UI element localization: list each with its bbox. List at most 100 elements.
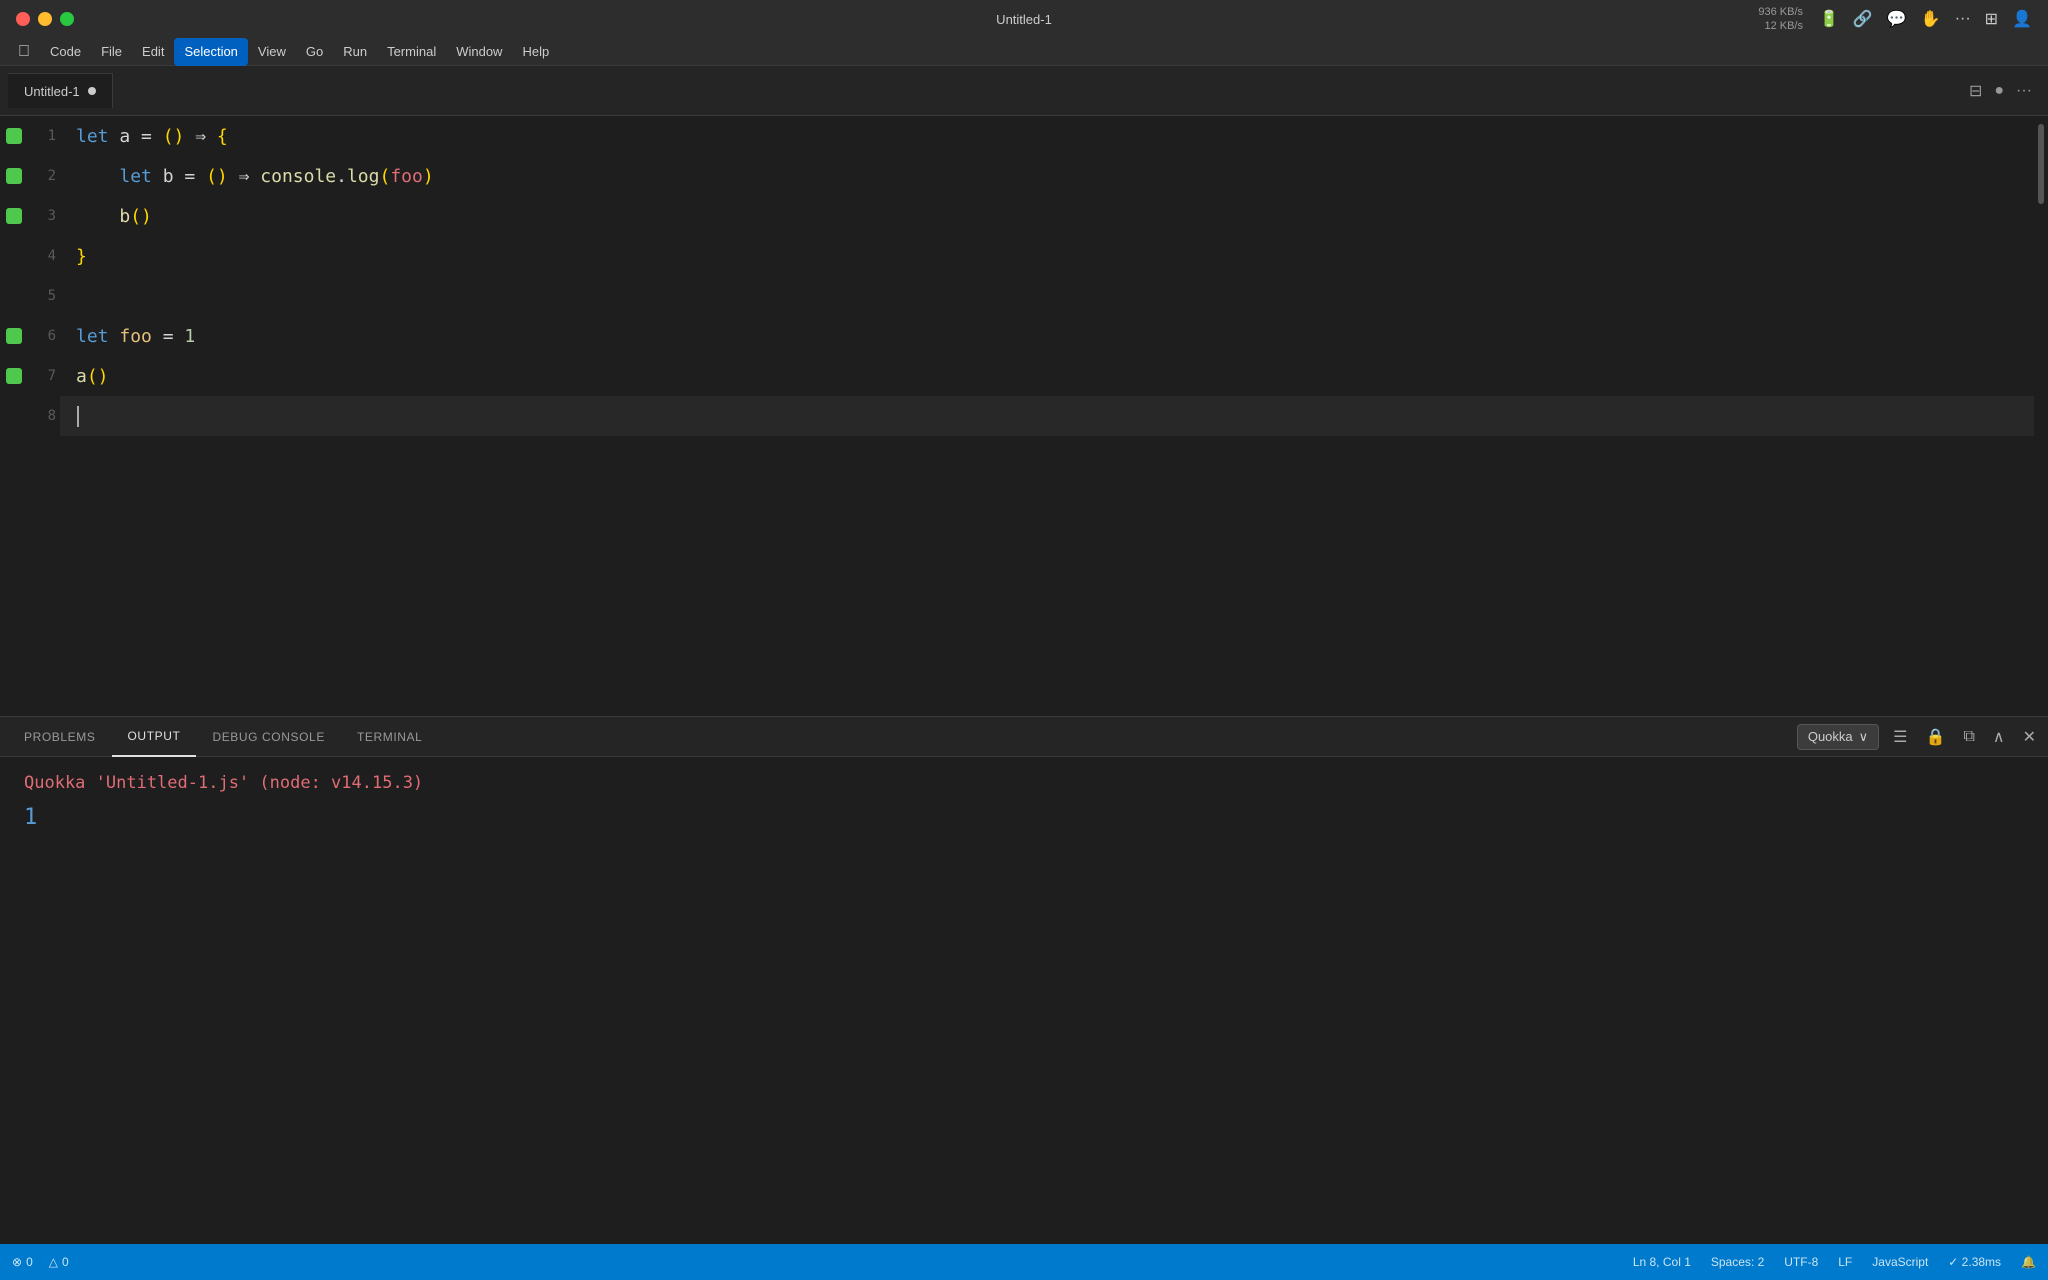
split-editor-icon[interactable]: ⊟ (1969, 81, 1982, 101)
status-right: Ln 8, Col 1 Spaces: 2 UTF-8 LF JavaScrip… (1633, 1255, 2036, 1269)
gutter-row-2: 2 (0, 156, 60, 196)
line-number-2: 2 (28, 168, 56, 184)
line-number-6: 6 (28, 328, 56, 344)
eol[interactable]: LF (1838, 1255, 1852, 1269)
tab-untitled-1[interactable]: Untitled-1 (8, 73, 113, 108)
gutter-row-5: 5 (0, 276, 60, 316)
code-line-3: b () (60, 196, 2034, 236)
window-controls (16, 12, 74, 26)
tab-problems[interactable]: PROBLEMS (8, 717, 112, 757)
editor-area: 1 2 3 4 5 6 7 8 (0, 116, 2048, 716)
wifi-icon: 🔗 (1853, 9, 1873, 29)
tab-unsaved-indicator (88, 87, 96, 95)
breakpoint-4[interactable] (6, 248, 22, 264)
hand-icon: ✋ (1921, 9, 1941, 29)
tab-actions: ⊟ ● ··· (1969, 81, 2040, 101)
output-source-dropdown[interactable]: Quokka ∨ (1797, 724, 1879, 750)
indentation[interactable]: Spaces: 2 (1711, 1255, 1764, 1269)
menu-go[interactable]: Go (296, 38, 333, 66)
apple-menu[interactable]:  (8, 38, 40, 66)
cursor-position[interactable]: Ln 8, Col 1 (1633, 1255, 1691, 1269)
language-mode[interactable]: JavaScript (1872, 1255, 1928, 1269)
code-line-2: let b = () ⇒ console . log ( foo ) (60, 156, 2034, 196)
scrollbar-thumb[interactable] (2038, 124, 2044, 204)
minimize-button[interactable] (38, 12, 52, 26)
close-button[interactable] (16, 12, 30, 26)
encoding[interactable]: UTF-8 (1784, 1255, 1818, 1269)
line-number-1: 1 (28, 128, 56, 144)
line-number-7: 7 (28, 368, 56, 384)
status-bar: ⊗ 0 △ 0 Ln 8, Col 1 Spaces: 2 UTF-8 LF J… (0, 1244, 2048, 1280)
output-panel: PROBLEMS OUTPUT DEBUG CONSOLE TERMINAL Q… (0, 716, 2048, 1244)
breakpoint-1[interactable] (6, 128, 22, 144)
gutter-row-1: 1 (0, 116, 60, 156)
panel-actions: Quokka ∨ ☰ 🔒 ⧉ ∧ ✕ (1797, 723, 2040, 751)
collapse-panel-icon[interactable]: ∧ (1989, 723, 2009, 751)
title-bar: Untitled-1 936 KB/s12 KB/s 🔋 🔗 💬 ✋ ··· ⊞… (0, 0, 2048, 38)
menu-file[interactable]: File (91, 38, 132, 66)
tab-label: Untitled-1 (24, 84, 80, 99)
maximize-button[interactable] (60, 12, 74, 26)
breakpoint-6[interactable] (6, 328, 22, 344)
tab-bar: Untitled-1 ⊟ ● ··· (0, 66, 2048, 116)
breakpoint-7[interactable] (6, 368, 22, 384)
control-center-icon[interactable]: ⊞ (1985, 9, 1998, 29)
gutter-row-7: 7 (0, 356, 60, 396)
warning-icon: △ (49, 1255, 58, 1269)
notifications-icon[interactable]: 🔔 (2021, 1255, 2036, 1269)
breakpoint-8[interactable] (6, 408, 22, 424)
quokka-timing[interactable]: ✓ 2.38ms (1948, 1255, 2001, 1269)
line-number-8: 8 (28, 408, 56, 424)
panel-tabs-list: PROBLEMS OUTPUT DEBUG CONSOLE TERMINAL (8, 717, 438, 757)
output-line-1: Quokka 'Untitled-1.js' (node: v14.15.3) (24, 773, 2024, 793)
menu-selection[interactable]: Selection (174, 38, 247, 66)
menu-help[interactable]: Help (512, 38, 559, 66)
network-stats: 936 KB/s12 KB/s (1758, 5, 1803, 34)
panel-tab-bar: PROBLEMS OUTPUT DEBUG CONSOLE TERMINAL Q… (0, 717, 2048, 757)
code-line-6: let foo = 1 (60, 316, 2034, 356)
line-number-5: 5 (28, 288, 56, 304)
tab-debug-console[interactable]: DEBUG CONSOLE (196, 717, 341, 757)
close-panel-icon[interactable]: ✕ (2019, 723, 2040, 751)
breakpoint-2[interactable] (6, 168, 22, 184)
filter-icon[interactable]: ☰ (1889, 723, 1911, 751)
menu-code[interactable]: Code (40, 38, 91, 66)
user-icon[interactable]: 👤 (2012, 9, 2032, 29)
copy-icon[interactable]: ⧉ (1959, 724, 1978, 750)
menu-edit[interactable]: Edit (132, 38, 174, 66)
editor-scrollbar[interactable] (2034, 116, 2048, 716)
menu-view[interactable]: View (248, 38, 296, 66)
menu-window[interactable]: Window (446, 38, 512, 66)
warnings-count[interactable]: △ 0 (49, 1255, 69, 1269)
code-editor[interactable]: let a = () ⇒ { let b = () ⇒ console . lo… (60, 116, 2034, 716)
breakpoint-3[interactable] (6, 208, 22, 224)
more-icon[interactable]: ··· (1955, 10, 1971, 28)
chat-icon: 💬 (1887, 9, 1907, 29)
more-actions-icon[interactable]: ··· (2016, 82, 2032, 100)
code-line-5 (60, 276, 2034, 316)
line-number-4: 4 (28, 248, 56, 264)
code-line-4: } (60, 236, 2034, 276)
tab-output[interactable]: OUTPUT (112, 717, 197, 757)
dropdown-label: Quokka (1808, 729, 1853, 744)
errors-count[interactable]: ⊗ 0 (12, 1255, 33, 1269)
menu-terminal[interactable]: Terminal (377, 38, 446, 66)
tab-terminal[interactable]: TERMINAL (341, 717, 438, 757)
system-icons: 🔋 🔗 💬 ✋ ··· ⊞ 👤 (1819, 9, 2032, 29)
breakpoint-5[interactable] (6, 288, 22, 304)
menu-run[interactable]: Run (333, 38, 377, 66)
line-number-3: 3 (28, 208, 56, 224)
title-bar-right: 936 KB/s12 KB/s 🔋 🔗 💬 ✋ ··· ⊞ 👤 (1758, 5, 2032, 34)
tab-list: Untitled-1 (8, 73, 113, 108)
status-left: ⊗ 0 △ 0 (12, 1255, 69, 1269)
gutter-row-3: 3 (0, 196, 60, 236)
editor-gutter: 1 2 3 4 5 6 7 8 (0, 116, 60, 716)
code-line-8 (60, 396, 2034, 436)
battery-icon: 🔋 (1819, 9, 1839, 29)
gutter-row-4: 4 (0, 236, 60, 276)
lock-icon[interactable]: 🔒 (1922, 723, 1950, 751)
gutter-row-8: 8 (0, 396, 60, 436)
output-content: Quokka 'Untitled-1.js' (node: v14.15.3) … (0, 757, 2048, 1244)
error-icon: ⊗ (12, 1255, 22, 1269)
window-title: Untitled-1 (996, 12, 1052, 27)
